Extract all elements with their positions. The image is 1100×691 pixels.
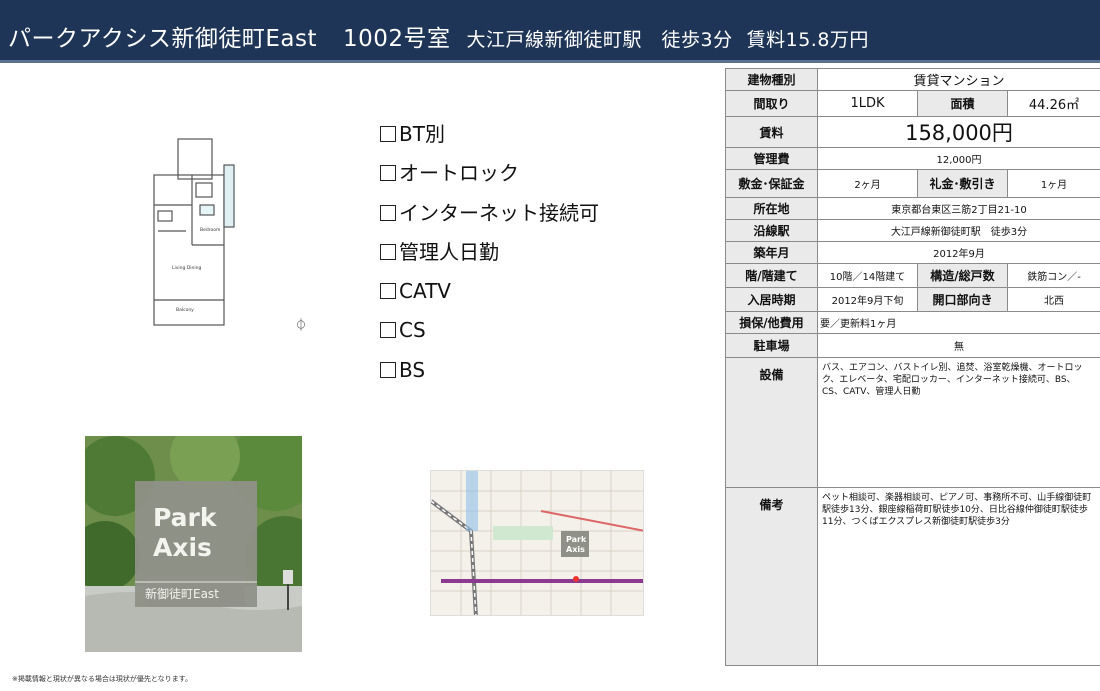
other-fees-label: 損保/他費用	[725, 311, 818, 334]
equipment-label: 設備	[725, 357, 818, 488]
feature-label: BS	[399, 357, 426, 382]
header-bar: パークアクシス新御徒町East 1002号室 大江戸線新御徒町駅 徒歩3分 賃料15.…	[0, 0, 1100, 60]
area-map[interactable]: Park Axis	[430, 470, 644, 616]
floorplan-label: Bedroom	[200, 227, 220, 233]
feature-item: BS	[380, 356, 680, 395]
type-label: 建物種別	[725, 68, 818, 91]
floor-value: 10階／14階建て	[817, 263, 918, 288]
mgmt-fee-value: 12,000円	[816, 147, 1100, 170]
structure-label: 構造/総戸数	[917, 263, 1008, 288]
feature-label: オートロック	[399, 161, 519, 186]
floor-plan: Bedroom Living Dining Balcony	[150, 135, 236, 333]
mgmt-fee-label: 管理費	[725, 147, 818, 170]
feature-label: BT別	[399, 122, 445, 146]
rent-summary: 賃料15.8万円	[746, 29, 869, 51]
feature-item: BT別	[380, 120, 680, 159]
map-logo-park: Park	[566, 535, 587, 544]
area-value: 44.26㎡	[1006, 90, 1100, 117]
feature-label: CS	[399, 318, 426, 343]
type-value: 賃貸マンション	[816, 68, 1100, 91]
sign-park: Park	[153, 503, 218, 532]
floorplan-label: Living Dining	[172, 265, 201, 271]
feature-item: 管理人日勤	[380, 238, 680, 277]
checkbox-icon	[380, 361, 396, 378]
feature-item: CS	[380, 316, 680, 355]
direction-value: 北西	[1006, 287, 1100, 312]
other-fees-value: 要／更新料1ヶ月	[816, 311, 1100, 334]
header-divider	[0, 60, 1100, 63]
station-access: 大江戸線新御徒町駅 徒歩3分	[466, 29, 733, 51]
checkbox-icon	[380, 204, 396, 221]
floorplan-label: Balcony	[176, 307, 194, 313]
building-photo: Park Axis 新御徒町East	[85, 436, 302, 652]
built-value: 2012年9月	[816, 241, 1100, 264]
property-spec-table: 建物種別 賃貸マンション 間取り 1LDK 面積 44.26㎡ 賃料 158,0…	[725, 68, 1100, 666]
feature-label: インターネット接続可	[399, 200, 599, 225]
layout-label: 間取り	[725, 90, 818, 117]
keymoney-label: 礼金･敷引き	[917, 169, 1008, 198]
sign-subtitle: 新御徒町East	[145, 586, 219, 601]
feature-checklist: BT別 オートロック インターネット接続可 管理人日勤 CATV CS BS	[380, 120, 680, 395]
checkbox-icon	[380, 322, 396, 339]
north-arrow-icon: ⏀	[294, 318, 307, 332]
line-label: 沿線駅	[725, 219, 818, 242]
room-number: 1002号室	[342, 26, 451, 52]
keymoney-value: 1ヶ月	[1006, 169, 1100, 198]
header-title: パークアクシス新御徒町East 1002号室 大江戸線新御徒町駅 徒歩3分 賃料15.…	[8, 19, 869, 53]
remarks-value: ペット相談可、楽器相談可、ピアノ可、事務所不可、山手線御徒町駅徒歩13分、銀座線…	[816, 487, 1100, 666]
rent-value: 158,000円	[816, 116, 1100, 148]
sign-axis: Axis	[153, 533, 212, 562]
feature-label: CATV	[399, 279, 451, 304]
disclaimer-note: ※掲載情報と現状が異なる場合は現状が優先となります。	[12, 675, 192, 683]
parking-value: 無	[816, 333, 1100, 358]
deposit-value: 2ヶ月	[817, 169, 918, 198]
movein-label: 入居時期	[725, 287, 818, 312]
parking-label: 駐車場	[725, 333, 818, 358]
layout-value: 1LDK	[817, 90, 918, 117]
equipment-value: バス、エアコン、バストイレ別、追焚、浴室乾燥機、オートロック、エレベータ、宅配ロ…	[816, 357, 1100, 488]
feature-label: 管理人日勤	[399, 239, 499, 264]
remarks-label: 備考	[725, 487, 818, 666]
map-logo-axis: Axis	[566, 545, 585, 554]
address-label: 所在地	[725, 197, 818, 220]
feature-item: CATV	[380, 277, 680, 316]
checkbox-icon	[380, 243, 396, 260]
checkbox-icon	[380, 283, 396, 300]
checkbox-icon	[380, 126, 396, 142]
checkbox-icon	[380, 165, 396, 182]
deposit-label: 敷金･保証金	[725, 169, 818, 198]
structure-value: 鉄筋コン／-	[1006, 263, 1100, 288]
area-label: 面積	[917, 90, 1008, 117]
movein-value: 2012年9月下旬	[817, 287, 918, 312]
building-name: パークアクシス新御徒町East	[8, 26, 317, 52]
feature-item: インターネット接続可	[380, 199, 680, 238]
built-label: 築年月	[725, 241, 818, 264]
line-value: 大江戸線新御徒町駅 徒歩3分	[816, 219, 1100, 242]
address-value: 東京都台東区三筋2丁目21-10	[816, 197, 1100, 220]
direction-label: 開口部向き	[917, 287, 1008, 312]
rent-label: 賃料	[725, 116, 818, 148]
floor-label: 階/階建て	[725, 263, 818, 288]
feature-item: オートロック	[380, 159, 680, 198]
